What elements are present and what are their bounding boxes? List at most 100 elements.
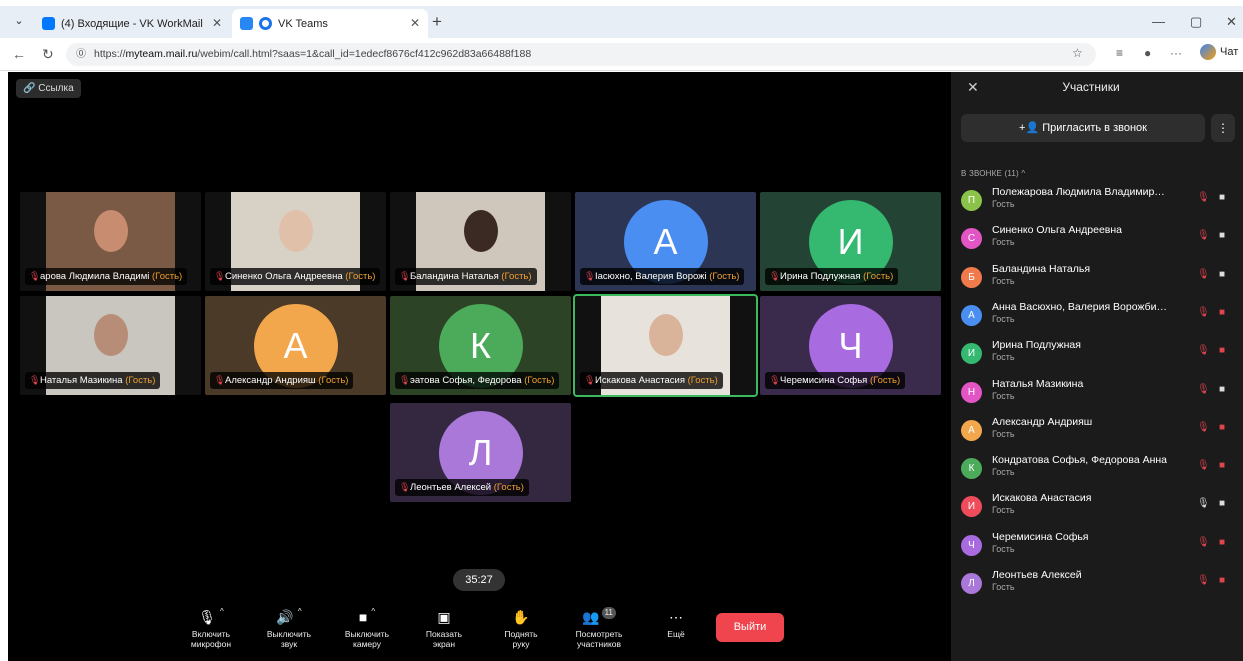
participant-role: Гость [992,582,1015,592]
mic-muted-icon: 🎙 [1197,383,1210,395]
copy-link-button[interactable]: 🔗 Ссылка [16,79,81,98]
raise-hand-button[interactable]: ✋ Поднять руку [490,607,552,649]
participant-name: Баландина Наталья [992,262,1091,275]
speaker-icon: 🔊 [276,609,294,625]
close-tab-icon[interactable]: ✕ [410,16,420,30]
tile-participant-name: Черемисина Софья [780,375,868,386]
tile-name-label: 🎙 арова Людмила Владимі (Гость) [25,268,188,285]
in-call-section-header[interactable]: В ЗВОНКЕ (11) ^ [961,169,1025,178]
favorite-star-icon[interactable]: ☆ [1072,46,1083,60]
participant-tile[interactable]: К 🎙 эатова Софья, Федорова (Гость) [390,296,571,395]
guest-tag: (Гость) [863,271,894,282]
close-tab-icon[interactable]: ✕ [212,16,222,30]
participant-avatar: Н [961,381,982,403]
call-stage: 🔗 Ссылка 🎙 арова Людмила Владимі (Гость) 🎙… [8,72,951,661]
mic-muted-icon: 🎙 [29,375,41,385]
participant-name: Наталья Мазикина [992,377,1084,390]
control-sublabel: руку [512,639,530,649]
guest-tag: (Гость) [125,375,156,386]
chevron-up-icon[interactable]: ^ [220,607,224,616]
participant-row[interactable]: К Кондратова Софья, Федорова Анна Гость 🎙 ■ [951,449,1243,487]
window-close-icon[interactable]: ✕ [1226,14,1237,30]
sound-toggle[interactable]: 🔊 ^ Выключить звук [258,607,320,649]
panel-title: Участники [1062,80,1120,94]
participant-tile[interactable]: 🎙 Синенко Ольга Андреевна (Гость) [205,192,386,291]
url-path: /webim/call.html?saas=1&call_id=1edecf86… [197,48,532,60]
tab-actions-chevron-icon[interactable]: ⌄ [10,14,28,30]
mic-muted-icon: 🎙 [1197,421,1210,433]
mic-muted-icon: 🎙 [1197,345,1210,357]
profile-icon[interactable]: ● [1144,46,1151,60]
tile-participant-name: Искакова Анастасия [595,375,685,386]
participant-tile[interactable]: Ч 🎙 Черемисина Софья (Гость) [760,296,941,395]
chevron-up-icon[interactable]: ^ [371,607,375,616]
participant-tile[interactable]: 🎙 Наталья Мазикина (Гость) [20,296,201,395]
new-tab-icon[interactable]: + [432,12,442,32]
participant-tile[interactable]: 🎙 Баландина Наталья (Гость) [390,192,571,291]
mic-muted-icon: 🎙 [1197,268,1210,280]
tile-name-label: 🎙 Леонтьев Алексей (Гость) [395,479,529,496]
participant-row[interactable]: С Синенко Ольга Андреевна Гость 🎙 ■ [951,219,1243,257]
participant-row[interactable]: И Ирина Подлужная Гость 🎙 ■ [951,334,1243,372]
guest-tag: (Гость) [152,271,183,282]
participant-row[interactable]: А Анна Васюхно, Валерия Ворожби… Гость 🎙 ■ [951,296,1243,334]
participant-role: Гость [992,467,1015,478]
participant-tile[interactable]: И 🎙 Ирина Подлужная (Гость) [760,192,941,291]
invite-to-call-button[interactable]: +👤 Пригласить в звонок [961,114,1205,142]
view-participants-button[interactable]: 👥 11 Посмотреть участников [568,607,630,649]
participant-tile[interactable]: Л 🎙 Леонтьев Алексей (Гость) [390,403,571,502]
participant-tile[interactable]: 🎙 арова Людмила Владимі (Гость) [20,192,201,291]
guest-tag: (Гость) [501,271,532,282]
participant-tile[interactable]: А 🎙 Іасюхно, Валерия Ворожі (Гость) [575,192,756,291]
participant-row[interactable]: П Полежарова Людмила Владимир… Гость 🎙 ■ [951,181,1243,219]
participant-tile[interactable]: 🎙 Искакова Анастасия (Гость) [573,294,758,397]
camera-toggle[interactable]: ■ ^ Выключить камеру [336,607,398,649]
guest-tag: (Гость) [869,375,901,386]
participant-video-image [278,210,313,252]
chat-label: Чат [1220,46,1239,58]
tab-vk-teams[interactable]: VK Teams ✕ [232,9,428,38]
participant-row[interactable]: А Александр Андрияш Гость 🎙 ■ [951,411,1243,449]
leave-call-button[interactable]: Выйти [716,613,784,642]
participant-role: Гость [992,543,1015,554]
participant-row[interactable]: И Искакова Анастасия Гость 🎙 ■ [951,487,1243,525]
address-bar: ← ↻ ⓪ https://myteam.mail.ru/webim/call.h… [0,38,1243,71]
mic-on-icon: 🎙 [1197,498,1210,510]
reload-icon[interactable]: ↻ [42,46,54,63]
participant-row[interactable]: Ч Черемисина Софья Гость 🎙 ■ [951,526,1243,564]
participant-name: Черемисина Софья [992,530,1089,543]
site-info-icon[interactable]: ⓪ [76,43,86,66]
camera-on-icon: ■ [1219,192,1226,203]
camera-on-icon: ■ [1219,268,1226,280]
more-button[interactable]: ⋯ Ещё [645,607,707,639]
participants-icon: 👥 [582,609,600,625]
tab-workmail[interactable]: (4) Входящие - VK WorkMail ✕ [34,9,230,38]
microphone-toggle[interactable]: 🎙 ^ Включить микрофон [180,607,242,649]
participant-row[interactable]: Л Леонтьев Алексей Гость 🎙 ■ [951,564,1243,602]
tile-participant-name: эатова Софья, Федорова [410,375,522,386]
control-label: Включить [191,629,231,639]
maximize-icon[interactable]: ▢ [1190,14,1202,30]
minimize-icon[interactable]: — [1152,14,1165,29]
share-screen-button[interactable]: ▣ Показать экран [413,607,475,649]
panel-more-icon[interactable]: ⋮ [1211,114,1235,142]
participant-row[interactable]: Н Наталья Мазикина Гость 🎙 ■ [951,373,1243,411]
participant-video-image [463,210,498,252]
vk-teams-call-app: 🔗 Ссылка 🎙 арова Людмила Владимі (Гость) 🎙… [8,72,1243,661]
url-field[interactable]: ⓪ https://myteam.mail.ru/webim/call.html?… [66,43,1096,66]
participant-name: Искакова Анастасия [992,492,1092,505]
participant-video-image [648,314,683,356]
mic-muted-icon: 🎙 [1197,192,1210,203]
participant-name: Леонтьев Алексей [992,569,1082,581]
participant-role: Гость [992,237,1015,248]
chevron-up-icon[interactable]: ^ [298,607,302,616]
call-timer: 35:27 [453,569,505,591]
participant-tile[interactable]: А 🎙 Александр Андрияш (Гость) [205,296,386,395]
copilot-chat-button[interactable]: Чат [1200,44,1238,60]
back-icon[interactable]: ← [12,46,26,62]
more-menu-icon[interactable]: ··· [1170,46,1182,60]
participant-role: Гость [992,275,1015,286]
collections-icon[interactable]: ≡ [1116,46,1123,60]
vk-teams-favicon-icon [240,17,253,30]
participant-row[interactable]: Б Баландина Наталья Гость 🎙 ■ [951,258,1243,296]
